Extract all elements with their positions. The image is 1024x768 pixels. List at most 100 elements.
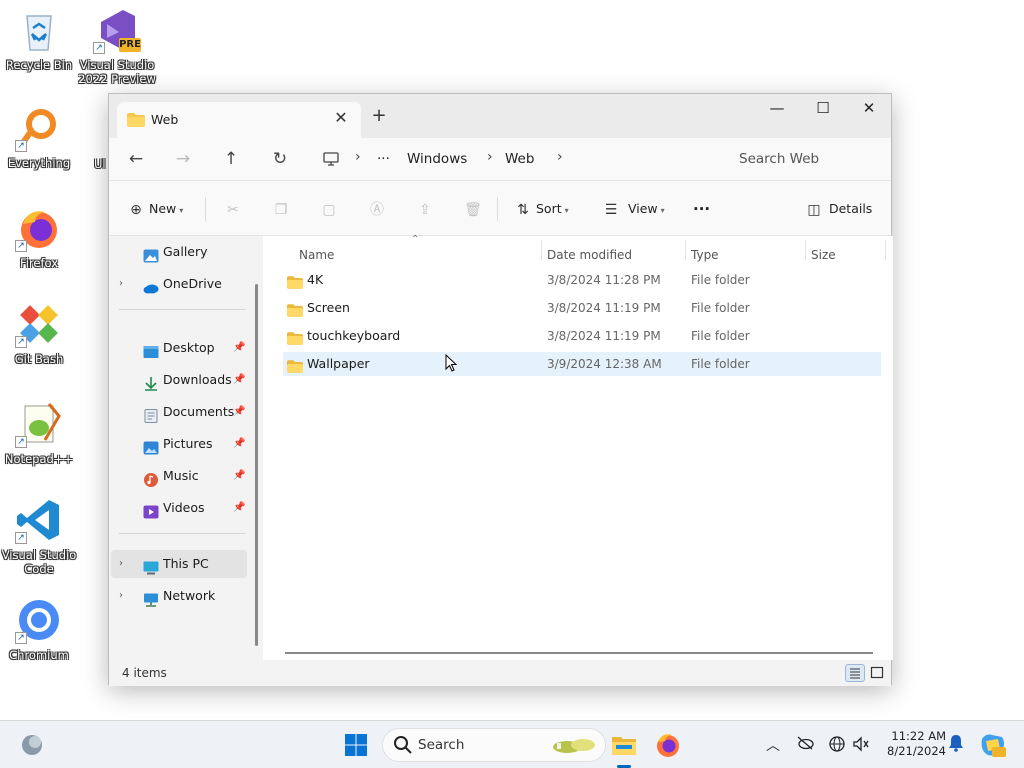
desktop-icon-label: Notepad++ (4, 452, 74, 466)
cut-button[interactable]: ✂ (224, 197, 242, 221)
file-list: ⌃ Name Date modified Type Size 4K 3/8/20… (263, 234, 893, 660)
column-header-date-modified[interactable]: Date modified (547, 248, 632, 262)
paste-button[interactable]: ▢ (320, 197, 338, 221)
sidebar-item-label: OneDrive (163, 276, 222, 291)
pin-icon[interactable]: 📌 (233, 494, 245, 522)
folder-icon (287, 329, 303, 353)
tiles-view-button[interactable] (868, 664, 888, 682)
breadcrumb-ellipsis[interactable]: ··· (377, 151, 390, 167)
copy-button[interactable]: ❐ (272, 197, 290, 221)
details-button[interactable]: ◫ Details (805, 197, 872, 221)
file-row[interactable]: Wallpaper 3/9/2024 12:38 AM File folder (283, 352, 881, 376)
rename-button[interactable]: Ⓐ (368, 197, 386, 221)
file-name: touchkeyboard (307, 328, 401, 343)
chevron-right-icon[interactable]: › (119, 582, 123, 610)
desktop-icon-recycle-bin[interactable]: Recycle Bin (0, 6, 78, 72)
desktop-icon-git-bash[interactable]: ↗ Git Bash (0, 300, 78, 366)
new-button[interactable]: ⊕ New ▾ (127, 197, 183, 221)
globe-network-icon[interactable] (828, 735, 846, 757)
column-header-name[interactable]: Name (299, 248, 334, 262)
address-bar[interactable]: › ··· Windows › Web › (315, 143, 719, 175)
notification-bell-icon[interactable] (948, 734, 964, 756)
back-button[interactable]: ← (121, 146, 151, 172)
desktop-icon-vscode[interactable]: ↗ Visual Studio Code (0, 496, 78, 576)
pin-icon[interactable]: 📌 (233, 462, 245, 490)
widgets-button[interactable] (16, 729, 48, 761)
tab-web[interactable]: Web ✕ (117, 102, 361, 138)
pin-icon[interactable]: 📌 (233, 398, 245, 426)
sidebar-scrollbar[interactable] (255, 284, 258, 646)
sidebar-item-onedrive[interactable]: › OneDrive (109, 270, 249, 298)
breadcrumb-web[interactable]: Web (505, 151, 534, 167)
file-row[interactable]: touchkeyboard 3/8/2024 11:19 PM File fol… (283, 324, 881, 348)
copilot-button[interactable] (976, 729, 1008, 761)
details-view-button[interactable] (845, 664, 865, 682)
close-tab-icon[interactable]: ✕ (329, 106, 353, 130)
horizontal-scrollbar[interactable] (285, 652, 873, 654)
more-options-button[interactable]: ··· (693, 197, 710, 221)
sidebar-item-this-pc[interactable]: › This PC (111, 550, 247, 578)
volume-muted-icon[interactable] (852, 735, 870, 757)
sidebar-item-desktop[interactable]: Desktop 📌 (109, 334, 249, 362)
desktop-icon-everything[interactable]: ↗ Everything (0, 104, 78, 170)
git-bash-icon: ↗ (15, 300, 63, 348)
column-header-size[interactable]: Size (811, 248, 836, 262)
delete-button[interactable]: 🗑 (464, 197, 482, 221)
taskbar-firefox[interactable] (652, 729, 684, 761)
file-row[interactable]: Screen 3/8/2024 11:19 PM File folder (283, 296, 881, 320)
shortcut-arrow-icon: ↗ (15, 632, 27, 644)
up-button[interactable]: ↑ (216, 146, 246, 172)
this-pc-icon (143, 557, 159, 575)
file-row[interactable]: 4K 3/8/2024 11:28 PM File folder (283, 268, 881, 292)
column-header-type[interactable]: Type (691, 248, 719, 262)
chevron-right-icon[interactable]: › (119, 270, 123, 298)
sidebar-item-network[interactable]: › Network (109, 582, 249, 610)
system-clock[interactable]: 11:22 AM 8/21/2024 (880, 729, 946, 759)
chevron-right-icon[interactable]: › (119, 550, 123, 578)
close-window-button[interactable]: ✕ (846, 94, 892, 126)
pin-icon[interactable]: 📌 (233, 334, 245, 362)
pin-icon[interactable]: 📌 (233, 430, 245, 458)
desktop-icon-visual-studio[interactable]: ↗ PRE Visual Studio 2022 Preview (78, 6, 156, 86)
column-divider (685, 240, 686, 260)
desktop-icon-notepad-plus-plus[interactable]: ↗ Notepad++ (0, 400, 78, 466)
sidebar-item-videos[interactable]: Videos 📌 (109, 494, 249, 522)
share-button[interactable]: ⇪ (416, 197, 434, 221)
rename-icon: Ⓐ (370, 201, 384, 218)
new-tab-button[interactable]: + (367, 104, 391, 128)
refresh-button[interactable]: ↻ (265, 146, 295, 172)
vscode-icon: ↗ (15, 496, 63, 544)
sidebar-item-music[interactable]: Music 📌 (109, 462, 249, 490)
minimize-button[interactable]: — (754, 94, 800, 126)
sidebar-item-pictures[interactable]: Pictures 📌 (109, 430, 249, 458)
plus-circle-icon: ⊕ (130, 201, 142, 218)
desktop-icon-chromium[interactable]: ↗ Chromium (0, 596, 78, 662)
taskbar-search[interactable]: Search (382, 728, 606, 762)
view-button[interactable]: ☰ View ▾ (602, 197, 665, 221)
search-input[interactable] (727, 142, 889, 176)
pin-icon[interactable]: 📌 (233, 366, 245, 394)
desktop-icon-firefox[interactable]: ↗ Firefox (0, 204, 78, 270)
arrow-left-icon: ← (128, 149, 144, 169)
clock-date: 8/21/2024 (887, 744, 946, 758)
mouse-cursor-icon (445, 353, 458, 375)
download-arrow-icon (143, 373, 159, 391)
sort-button[interactable]: ⇅ Sort ▾ (514, 197, 569, 221)
tiles-view-icon (870, 666, 884, 679)
show-hidden-icons-chevron[interactable]: ︿ (766, 735, 780, 755)
shortcut-arrow-icon: ↗ (15, 532, 27, 544)
music-icon (143, 469, 159, 487)
onedrive-offline-icon[interactable] (796, 735, 814, 755)
sidebar-item-gallery[interactable]: Gallery (109, 238, 249, 266)
divider (205, 197, 206, 221)
sidebar-item-documents[interactable]: Documents 📌 (109, 398, 249, 426)
maximize-button[interactable]: ☐ (800, 94, 846, 126)
sidebar-item-downloads[interactable]: Downloads 📌 (109, 366, 249, 394)
navigation-bar: ← → ↑ ↻ › ··· Windows › Web › (109, 138, 891, 180)
taskbar-file-explorer[interactable] (608, 729, 640, 768)
command-bar: ⊕ New ▾ ✂ ❐ ▢ Ⓐ ⇪ 🗑 ⇅ Sort ▾ ☰ View ▾ ··· ◫… (109, 180, 891, 236)
forward-button[interactable]: → (168, 146, 198, 172)
search-box[interactable] (727, 142, 889, 176)
breadcrumb-windows[interactable]: Windows (407, 151, 467, 167)
start-button[interactable] (340, 729, 372, 761)
